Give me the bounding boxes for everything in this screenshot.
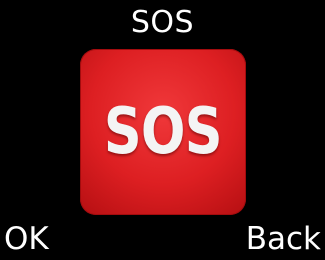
ok-softkey[interactable]: OK bbox=[4, 221, 49, 257]
sos-icon-label: SOS bbox=[104, 95, 223, 169]
sos-screen: SOS SOS OK Back bbox=[0, 0, 325, 260]
screen-title: SOS bbox=[130, 5, 195, 40]
back-softkey[interactable]: Back bbox=[246, 221, 321, 257]
sos-icon[interactable]: SOS bbox=[80, 49, 246, 215]
